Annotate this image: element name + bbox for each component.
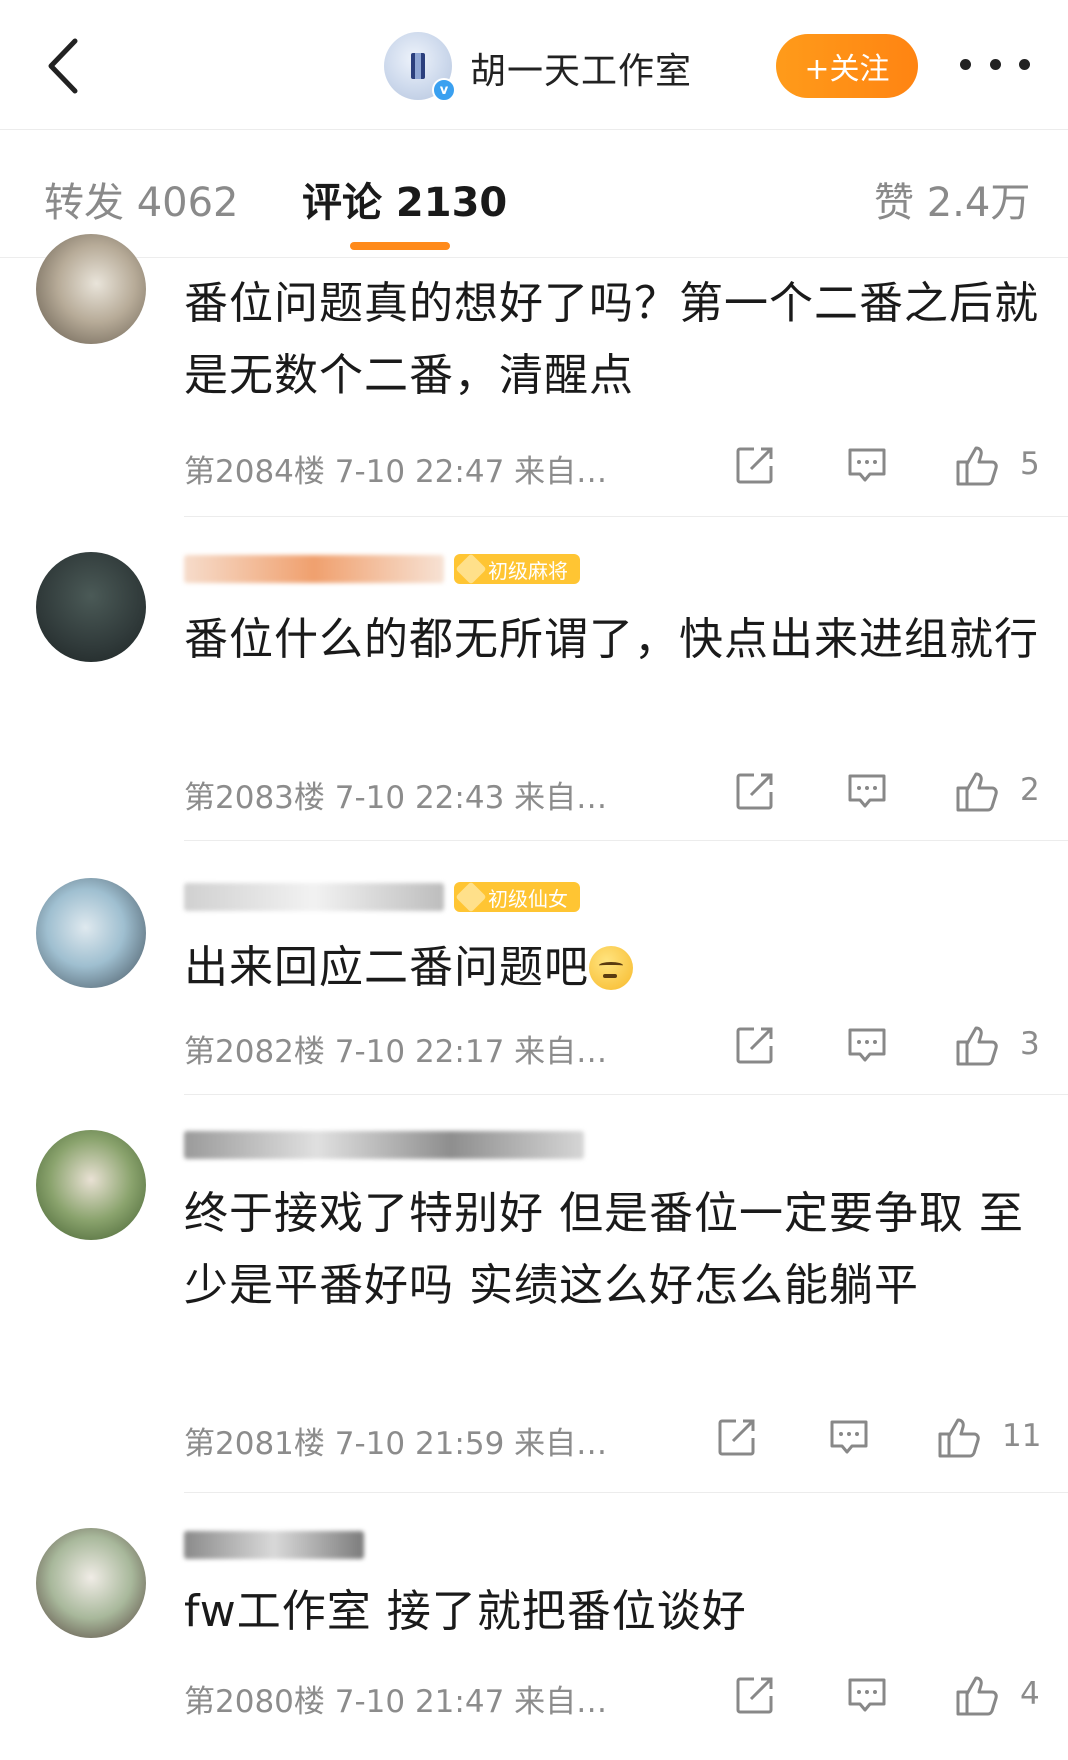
comment-meta: 第2080楼 7-10 21:47 来自… bbox=[184, 1684, 608, 1720]
tab-reposts[interactable]: 转发 4062 bbox=[44, 170, 239, 228]
comment-avatar[interactable] bbox=[36, 234, 146, 344]
comment-username[interactable] bbox=[184, 1128, 584, 1162]
active-tab-indicator bbox=[350, 242, 450, 250]
repost-icon bbox=[736, 1677, 773, 1714]
like-button[interactable] bbox=[954, 1022, 1000, 1068]
comment-item: 终于接戏了特别好 但是番位一定要争取 至少是平番好吗 实绩这么好怎么能躺平 第2… bbox=[0, 1094, 1068, 1493]
tab-bar: 转发 4062 评论 2130 赞 2.4万 bbox=[0, 130, 1068, 258]
comment-icon bbox=[848, 448, 886, 482]
comment-username[interactable] bbox=[184, 1528, 364, 1562]
comment-meta: 第2084楼 7-10 22:47 来自… bbox=[184, 454, 608, 490]
comment-meta: 第2081楼 7-10 21:59 来自… bbox=[184, 1426, 608, 1462]
verified-icon: v bbox=[432, 78, 456, 102]
comment-avatar[interactable] bbox=[36, 878, 146, 988]
comment-icon bbox=[848, 1028, 886, 1062]
fan-badge: 初级麻将 bbox=[454, 553, 580, 585]
comment-icon bbox=[830, 1420, 868, 1454]
repost-button[interactable] bbox=[734, 770, 776, 812]
reply-button[interactable] bbox=[846, 444, 888, 486]
comment-meta: 第2083楼 7-10 22:43 来自… bbox=[184, 780, 608, 816]
account-avatar[interactable]: v bbox=[384, 32, 456, 102]
like-count: 5 bbox=[1020, 446, 1040, 482]
comment-text: fw工作室 接了就把番位谈好 bbox=[184, 1586, 747, 1637]
comment-username[interactable]: 初级仙女 bbox=[184, 880, 580, 914]
reply-button[interactable] bbox=[846, 770, 888, 812]
repost-icon bbox=[736, 447, 773, 484]
comment-icon bbox=[848, 1678, 886, 1712]
divider bbox=[184, 516, 1068, 517]
like-count: 2 bbox=[1020, 772, 1040, 808]
comment-item: 番位问题真的想好了吗？第一个二番之后就是无数个二番，清醒点 第2084楼 7-1… bbox=[0, 234, 1068, 520]
back-button[interactable] bbox=[34, 34, 90, 98]
like-button[interactable] bbox=[954, 768, 1000, 814]
username-blurred bbox=[184, 1531, 364, 1559]
badge-icon bbox=[455, 553, 487, 585]
comment-item: 初级麻将 番位什么的都无所谓了，快点出来进组就行 第2083楼 7-10 22:… bbox=[0, 520, 1068, 842]
username-blurred bbox=[184, 555, 444, 583]
username-blurred bbox=[184, 883, 444, 911]
repost-icon bbox=[736, 773, 773, 810]
like-button[interactable] bbox=[954, 442, 1000, 488]
top-bar: v 胡一天工作室 +关注 bbox=[0, 0, 1068, 130]
comment-avatar[interactable] bbox=[36, 1528, 146, 1638]
comment-meta: 第2082楼 7-10 22:17 来自… bbox=[184, 1034, 608, 1070]
repost-icon bbox=[736, 1027, 773, 1064]
tab-comments[interactable]: 评论 2130 bbox=[302, 170, 507, 228]
repost-icon bbox=[718, 1419, 755, 1456]
comment-icon bbox=[848, 774, 886, 808]
fan-badge: 初级仙女 bbox=[454, 881, 580, 913]
divider bbox=[184, 840, 1068, 841]
repost-button[interactable] bbox=[734, 1024, 776, 1066]
like-icon bbox=[956, 446, 998, 486]
like-icon bbox=[956, 772, 998, 812]
like-count: 4 bbox=[1020, 1676, 1040, 1712]
like-count: 3 bbox=[1020, 1026, 1040, 1062]
more-icon bbox=[960, 58, 971, 70]
like-button[interactable] bbox=[936, 1414, 982, 1460]
like-icon bbox=[956, 1026, 998, 1066]
comment-text: 出来回应二番问题吧 bbox=[184, 932, 1044, 1004]
badge-icon bbox=[455, 881, 487, 913]
repost-button[interactable] bbox=[734, 444, 776, 486]
emoji-face-icon bbox=[589, 946, 633, 990]
reply-button[interactable] bbox=[846, 1674, 888, 1716]
tab-likes[interactable]: 赞 2.4万 bbox=[874, 170, 1030, 228]
account-name[interactable]: 胡一天工作室 bbox=[470, 42, 692, 94]
reply-button[interactable] bbox=[828, 1416, 870, 1458]
follow-button[interactable]: +关注 bbox=[776, 34, 918, 98]
comment-item: fw工作室 接了就把番位谈好 第2080楼 7-10 21:47 来自… 4 bbox=[0, 1492, 1068, 1760]
comment-username[interactable]: 初级麻将 bbox=[184, 552, 580, 586]
repost-button[interactable] bbox=[716, 1416, 758, 1458]
more-options-button[interactable] bbox=[960, 44, 1030, 84]
comment-text: 番位什么的都无所谓了，快点出来进组就行 bbox=[184, 614, 1039, 665]
comment-avatar[interactable] bbox=[36, 552, 146, 662]
username-blurred bbox=[184, 1131, 584, 1159]
comment-item: 初级仙女 出来回应二番问题吧 第2082楼 7-10 22:17 来自… 3 bbox=[0, 842, 1068, 1095]
reply-button[interactable] bbox=[846, 1024, 888, 1066]
like-button[interactable] bbox=[954, 1672, 1000, 1718]
comment-avatar[interactable] bbox=[36, 1130, 146, 1240]
like-icon bbox=[938, 1418, 980, 1458]
repost-button[interactable] bbox=[734, 1674, 776, 1716]
like-icon bbox=[956, 1676, 998, 1716]
like-count: 11 bbox=[1002, 1418, 1042, 1454]
comment-text: 终于接戏了特别好 但是番位一定要争取 至少是平番好吗 实绩这么好怎么能躺平 bbox=[184, 1188, 1024, 1311]
back-arrow-icon bbox=[48, 38, 78, 94]
comment-text: 番位问题真的想好了吗？第一个二番之后就是无数个二番，清醒点 bbox=[184, 278, 1039, 401]
